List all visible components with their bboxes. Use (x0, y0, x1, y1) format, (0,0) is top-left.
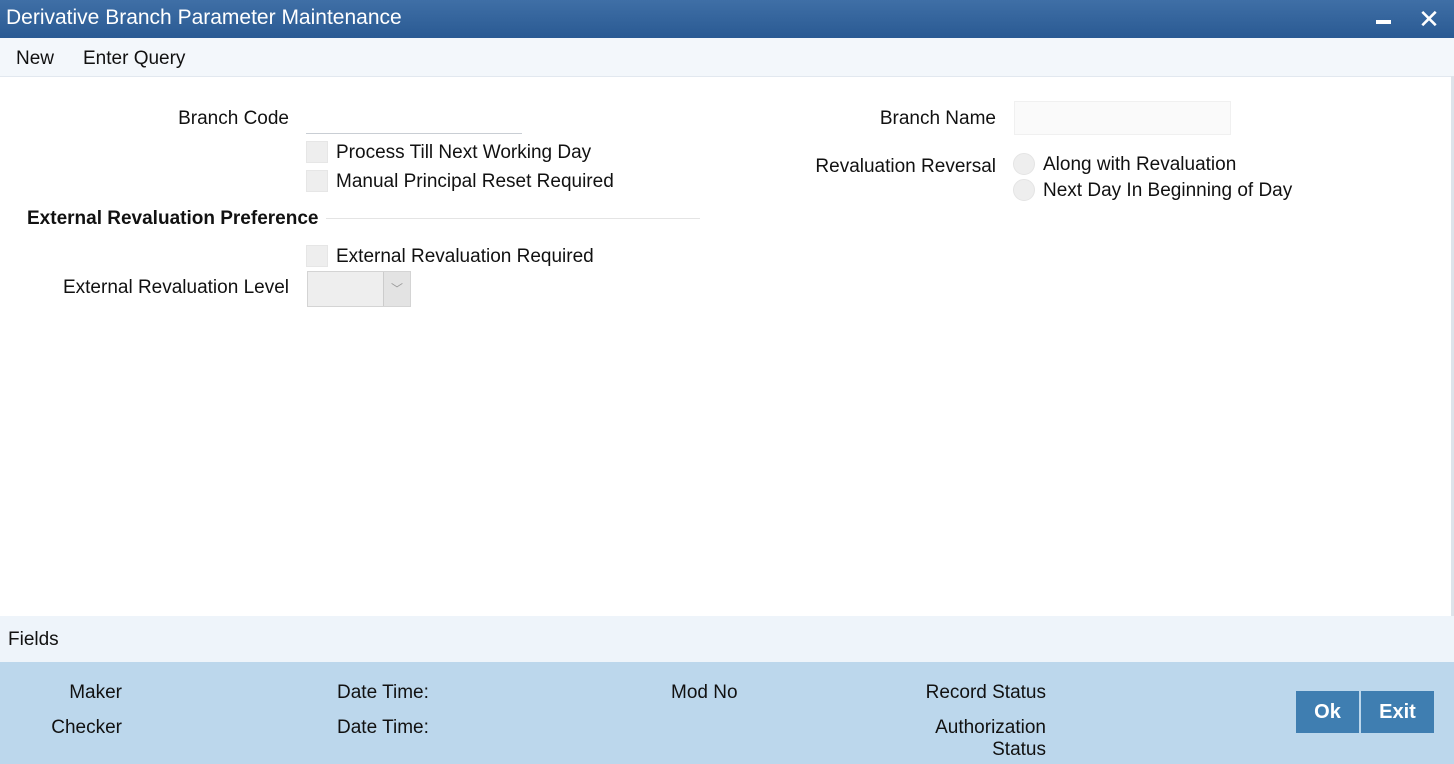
next-day-bod-radio[interactable] (1013, 179, 1035, 201)
minimize-button[interactable] (1368, 4, 1398, 34)
branch-code-input[interactable] (306, 101, 522, 134)
close-button[interactable]: ✕ (1414, 4, 1444, 34)
audit-footer: Maker Checker Date Time: Date Time: Mod … (0, 662, 1454, 764)
checker-date-time-label: Date Time: (337, 717, 429, 738)
branch-name-input[interactable] (1014, 101, 1231, 135)
main-form: Branch Code Branch Name Process Till Nex… (0, 77, 1454, 615)
maker-label: Maker (69, 682, 122, 703)
exit-button[interactable]: Exit (1361, 691, 1434, 733)
checker-label: Checker (51, 717, 122, 738)
external-revaluation-section-title: External Revaluation Preference (27, 208, 319, 229)
mod-no-label: Mod No (671, 682, 738, 703)
external-revaluation-required-label: External Revaluation Required (336, 246, 594, 267)
external-revaluation-required-checkbox[interactable] (306, 245, 328, 267)
branch-name-label: Branch Name (879, 108, 996, 129)
along-with-revaluation-label: Along with Revaluation (1043, 154, 1237, 175)
external-revaluation-level-select[interactable]: ﹀ (307, 271, 411, 307)
ok-button[interactable]: Ok (1296, 691, 1359, 733)
menu-bar: New Enter Query (0, 38, 1454, 77)
minimize-icon (1376, 20, 1391, 24)
window-title: Derivative Branch Parameter Maintenance (6, 6, 402, 29)
menu-enter-query[interactable]: Enter Query (83, 48, 185, 70)
external-revaluation-level-label: External Revaluation Level (62, 277, 289, 298)
fields-bar: Fields (0, 616, 1454, 662)
process-till-next-working-day-checkbox[interactable] (306, 141, 328, 163)
process-till-next-working-day-label: Process Till Next Working Day (336, 142, 592, 163)
along-with-revaluation-radio[interactable] (1013, 153, 1035, 175)
manual-principal-reset-checkbox[interactable] (306, 170, 328, 192)
title-bar: Derivative Branch Parameter Maintenance … (0, 0, 1454, 38)
branch-code-label: Branch Code (178, 108, 289, 129)
record-status-label: Record Status (925, 682, 1046, 703)
fields-link[interactable]: Fields (8, 629, 59, 651)
section-divider (326, 218, 700, 219)
menu-new[interactable]: New (16, 48, 54, 70)
next-day-bod-label: Next Day In Beginning of Day (1043, 180, 1293, 201)
maker-date-time-label: Date Time: (337, 682, 429, 703)
manual-principal-reset-label: Manual Principal Reset Required (336, 171, 614, 192)
revaluation-reversal-label: Revaluation Reversal (815, 156, 996, 177)
close-icon: ✕ (1418, 4, 1440, 34)
chevron-down-icon: ﹀ (383, 272, 410, 306)
authorization-status-label-line1: Authorization (935, 717, 1046, 738)
authorization-status-label-line2: Status (992, 739, 1046, 760)
